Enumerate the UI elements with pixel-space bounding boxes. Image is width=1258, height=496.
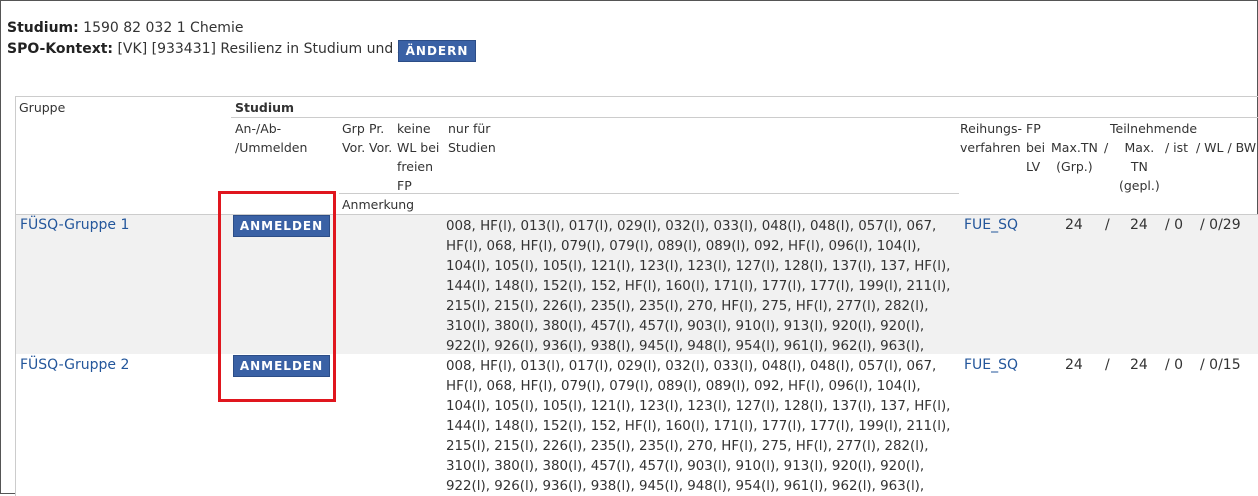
wl-bw-1: / 0/29 xyxy=(1200,217,1241,233)
spo-label: SPO-Kontext: xyxy=(7,41,114,57)
highlight-box xyxy=(218,191,336,402)
spo-line: SPO-Kontext: [VK] [933431] Resilienz in … xyxy=(7,41,438,57)
page: { "studium": { "label": "Studium:", "val… xyxy=(0,0,1258,496)
header-slash: / xyxy=(1104,140,1109,155)
header-gruppe: Gruppe xyxy=(19,100,66,115)
reihung-link-1[interactable]: FUE_SQ xyxy=(964,217,1018,233)
header-pr-vor: Pr. Vor. xyxy=(369,121,393,155)
studium-label: Studium: xyxy=(7,20,79,36)
max-gepl-1: 24 xyxy=(1130,217,1148,233)
header-keine-wl: keine WL bei freien FP xyxy=(397,121,440,193)
studium-value: 1590 82 032 1 Chemie xyxy=(83,20,244,36)
max-gepl-2: 24 xyxy=(1130,357,1148,373)
header-grp-vor: Grp Vor. xyxy=(342,121,366,155)
max-grp-1: 24 xyxy=(1065,217,1083,233)
header-fp-bei-lv: FP bei LV xyxy=(1026,121,1046,174)
header-wl-bw: / WL / BW xyxy=(1196,140,1257,155)
slash-1: / xyxy=(1105,217,1110,233)
header-studium: Studium xyxy=(235,100,295,115)
aendern-button[interactable]: ÄNDERN xyxy=(398,40,476,62)
group-2-link[interactable]: FÜSQ-Gruppe 2 xyxy=(20,357,129,373)
studium-line: Studium: 1590 82 032 1 Chemie xyxy=(7,20,243,36)
reihung-link-2[interactable]: FUE_SQ xyxy=(964,357,1018,373)
studien-list-1: 008, HF(l), 013(l), 017(l), 029(l), 032(… xyxy=(446,219,951,354)
header-reihung: Reihungs- verfahren xyxy=(960,121,1023,155)
max-grp-2: 24 xyxy=(1065,357,1083,373)
studien-list-2: 008, HF(l), 013(l), 017(l), 029(l), 032(… xyxy=(446,359,951,494)
header-anmerkung: Anmerkung xyxy=(342,197,415,212)
anmerkung-divider xyxy=(339,193,959,194)
header-teilnehmende: Teilnehmende xyxy=(1110,121,1198,136)
ist-2: / 0 xyxy=(1165,357,1184,373)
ist-1: / 0 xyxy=(1165,217,1184,233)
slash-2: / xyxy=(1105,357,1110,373)
group-1-link[interactable]: FÜSQ-Gruppe 1 xyxy=(20,217,129,233)
header-divider xyxy=(231,117,1258,118)
header-max-tn-gepl: Max. TN (gepl.) xyxy=(1119,140,1160,193)
spo-value: [VK] [933431] Resilienz in Studium und A… xyxy=(117,41,438,57)
header-max-tn-grp: Max.TN (Grp.) xyxy=(1051,140,1098,174)
wl-bw-2: / 0/15 xyxy=(1200,357,1241,373)
header-ist: / ist xyxy=(1165,140,1189,155)
header-anmelden: An-/Ab- /Ummelden xyxy=(235,121,308,155)
header-nur-fuer: nur für Studien xyxy=(448,121,496,155)
